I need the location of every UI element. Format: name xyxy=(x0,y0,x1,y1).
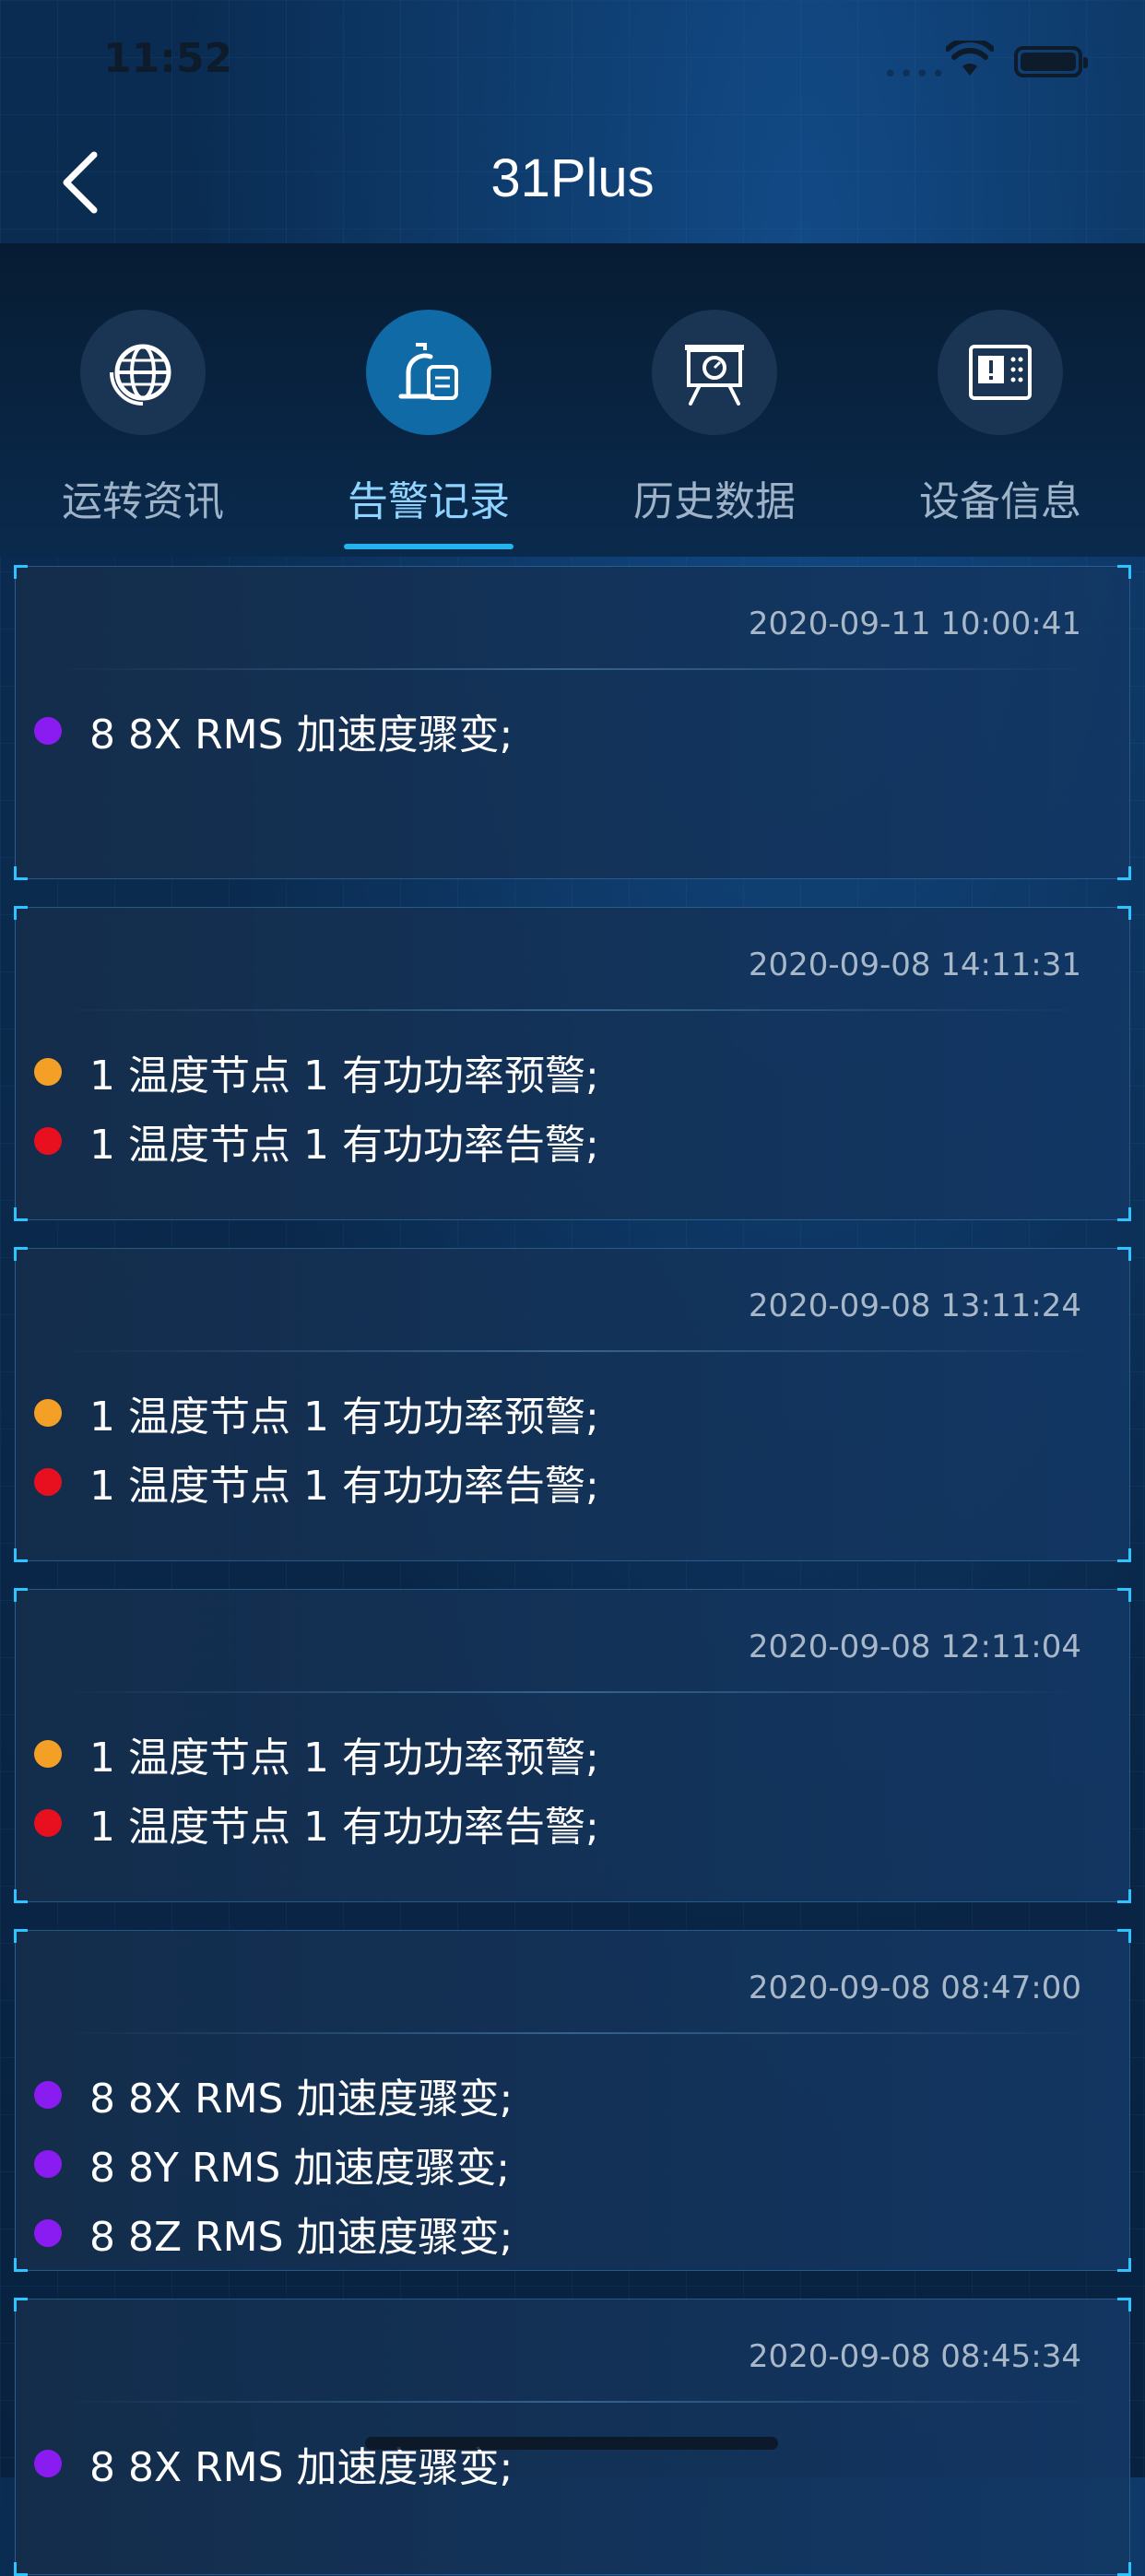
globe-icon xyxy=(80,310,206,435)
card-corner-decoration xyxy=(14,1207,28,1221)
alarm-item: 8 8Y RMS 加速度骤变; xyxy=(34,2129,1111,2198)
card-corner-decoration xyxy=(1117,2562,1131,2576)
alarm-item: 1 温度节点 1 有功功率告警; xyxy=(34,1788,1111,1857)
alarm-item: 1 温度节点 1 有功功率预警; xyxy=(34,1719,1111,1788)
alarm-level-dot xyxy=(34,1467,62,1496)
tab-bar: 运转资讯 告警记录 历史数据 设备信息 xyxy=(0,243,1145,557)
alarm-item: 8 8X RMS 加速度骤变; xyxy=(34,696,1111,765)
card-corner-decoration xyxy=(14,906,28,920)
tab-label: 设备信息 xyxy=(919,478,1081,525)
home-indicator xyxy=(365,2437,778,2450)
card-corner-decoration xyxy=(1117,565,1131,579)
alarm-level-dot xyxy=(34,2218,62,2247)
card-corner-decoration xyxy=(14,1247,28,1261)
alarm-record-card[interactable]: 2020-09-08 14:11:31 1 温度节点 1 有功功率预警; 1 温度节… xyxy=(14,906,1131,1221)
card-corner-decoration xyxy=(14,565,28,579)
alarm-record-card[interactable]: 2020-09-08 13:11:24 1 温度节点 1 有功功率预警; 1 温度节… xyxy=(14,1247,1131,1562)
tab-operation-info[interactable]: 运转资讯 xyxy=(0,310,286,557)
card-corner-decoration xyxy=(1117,1247,1131,1261)
alarm-text: 1 温度节点 1 有功功率预警; xyxy=(89,1052,599,1100)
card-divider xyxy=(53,1350,1092,1352)
presentation-gauge-icon xyxy=(652,310,777,435)
card-corner-decoration xyxy=(1117,2258,1131,2272)
card-corner-decoration xyxy=(14,2258,28,2272)
wifi-icon xyxy=(946,41,994,76)
alarm-level-dot xyxy=(34,1057,62,1086)
alarm-record-card[interactable]: 2020-09-08 08:47:00 8 8X RMS 加速度骤变; 8 8Y R… xyxy=(14,1929,1131,2272)
alarm-item: 8 8X RMS 加速度骤变; xyxy=(34,2060,1111,2129)
record-timestamp: 2020-09-08 13:11:24 xyxy=(748,1288,1081,1324)
alarm-bell-icon xyxy=(366,310,491,435)
card-corner-decoration xyxy=(1117,1929,1131,1943)
alarm-level-dot xyxy=(34,1398,62,1427)
alarm-level-dot xyxy=(34,2149,62,2178)
card-corner-decoration xyxy=(1117,2298,1131,2311)
card-divider xyxy=(53,1691,1092,1693)
tab-label: 运转资讯 xyxy=(62,478,224,525)
card-corner-decoration xyxy=(14,866,28,880)
alarm-text: 8 8X RMS 加速度骤变; xyxy=(89,2075,513,2123)
tab-device-info[interactable]: 设备信息 xyxy=(857,310,1143,557)
card-corner-decoration xyxy=(14,1588,28,1602)
alarm-level-dot xyxy=(34,716,62,745)
alarm-record-card[interactable]: 2020-09-08 12:11:04 1 温度节点 1 有功功率预警; 1 温度节… xyxy=(14,1588,1131,1903)
tab-alarm-records[interactable]: 告警记录 xyxy=(286,310,572,557)
alarm-list: 1 温度节点 1 有功功率预警; 1 温度节点 1 有功功率告警; xyxy=(34,1719,1111,1857)
tab-history-data[interactable]: 历史数据 xyxy=(572,310,857,557)
status-bar: 11:52 •••• xyxy=(0,0,1145,122)
alarm-level-dot xyxy=(34,2449,62,2477)
card-corner-decoration xyxy=(14,1548,28,1562)
card-divider xyxy=(53,2032,1092,2034)
card-corner-decoration xyxy=(1117,1548,1131,1562)
alarm-list: 1 温度节点 1 有功功率预警; 1 温度节点 1 有功功率告警; xyxy=(34,1037,1111,1175)
card-corner-decoration xyxy=(14,2298,28,2311)
alarm-text: 1 温度节点 1 有功功率预警; xyxy=(89,1393,599,1441)
page-title: 31Plus xyxy=(490,148,655,208)
tab-label: 告警记录 xyxy=(348,478,510,525)
record-timestamp: 2020-09-08 08:45:34 xyxy=(748,2338,1081,2375)
alarm-item: 1 温度节点 1 有功功率预警; xyxy=(34,1378,1111,1447)
status-time: 11:52 xyxy=(103,35,233,82)
alarm-text: 8 8Y RMS 加速度骤变; xyxy=(89,2144,511,2192)
device-info-icon xyxy=(938,310,1063,435)
card-divider xyxy=(53,668,1092,670)
alarm-text: 1 温度节点 1 有功功率预警; xyxy=(89,1734,599,1782)
alarm-level-dot xyxy=(34,1739,62,1768)
alarm-list: 8 8X RMS 加速度骤变; xyxy=(34,696,1111,765)
battery-icon xyxy=(1014,46,1088,77)
card-corner-decoration xyxy=(14,1889,28,1903)
alarm-item: 1 温度节点 1 有功功率告警; xyxy=(34,1106,1111,1175)
card-divider xyxy=(53,1009,1092,1011)
alarm-text: 8 8X RMS 加速度骤变; xyxy=(89,711,513,759)
cellular-signal-icon: •••• xyxy=(883,61,948,88)
alarm-item: 8 8Z RMS 加速度骤变; xyxy=(34,2198,1111,2267)
card-divider xyxy=(53,2401,1092,2403)
card-corner-decoration xyxy=(1117,1207,1131,1221)
alarm-list: 8 8X RMS 加速度骤变; 8 8Y RMS 加速度骤变; 8 8Z RMS 加… xyxy=(34,2060,1111,2267)
record-timestamp: 2020-09-08 12:11:04 xyxy=(748,1629,1081,1665)
navigation-bar: 31Plus xyxy=(0,122,1145,243)
alarm-record-card[interactable]: 2020-09-11 10:00:41 8 8X RMS 加速度骤变; xyxy=(14,565,1131,880)
card-corner-decoration xyxy=(1117,1889,1131,1903)
card-corner-decoration xyxy=(1117,866,1131,880)
alarm-level-dot xyxy=(34,1126,62,1155)
alarm-list: 1 温度节点 1 有功功率预警; 1 温度节点 1 有功功率告警; xyxy=(34,1378,1111,1516)
alarm-level-dot xyxy=(34,2080,62,2109)
record-timestamp: 2020-09-08 08:47:00 xyxy=(748,1970,1081,2006)
alarm-text: 1 温度节点 1 有功功率告警; xyxy=(89,1121,599,1169)
tab-label: 历史数据 xyxy=(633,478,796,525)
alarm-text: 1 温度节点 1 有功功率告警; xyxy=(89,1462,599,1510)
card-corner-decoration xyxy=(14,2562,28,2576)
record-timestamp: 2020-09-08 14:11:31 xyxy=(748,947,1081,983)
card-corner-decoration xyxy=(1117,906,1131,920)
alarm-item: 1 温度节点 1 有功功率告警; xyxy=(34,1447,1111,1516)
alarm-text: 1 温度节点 1 有功功率告警; xyxy=(89,1803,599,1851)
alarm-text: 8 8Z RMS 加速度骤变; xyxy=(89,2213,513,2261)
active-tab-indicator xyxy=(344,544,513,549)
card-corner-decoration xyxy=(1117,1588,1131,1602)
alarm-item: 1 温度节点 1 有功功率预警; xyxy=(34,1037,1111,1106)
record-timestamp: 2020-09-11 10:00:41 xyxy=(748,606,1081,642)
card-corner-decoration xyxy=(14,1929,28,1943)
alarm-level-dot xyxy=(34,1808,62,1837)
